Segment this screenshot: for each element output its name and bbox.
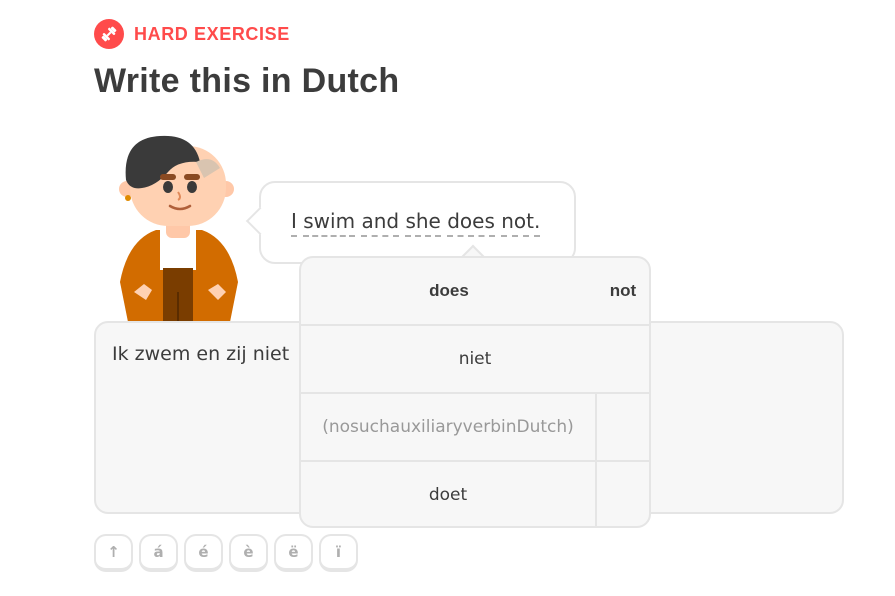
prompt-bubble: I swim and she does not. bbox=[259, 181, 576, 264]
prompt-word[interactable]: does bbox=[447, 209, 495, 237]
hint-header-row: does not bbox=[301, 258, 649, 326]
hint-translation: niet bbox=[301, 326, 649, 392]
hint-row: doet bbox=[301, 462, 649, 528]
char-key[interactable]: ï bbox=[319, 534, 358, 572]
prompt-word[interactable]: swim bbox=[303, 209, 355, 237]
hint-divider bbox=[595, 394, 597, 460]
hint-header-does: does bbox=[301, 258, 597, 324]
hint-translation: (nosuchauxiliaryverbinDutch) bbox=[301, 394, 595, 460]
special-character-keys: ↑ á é è ë ï bbox=[94, 534, 358, 572]
hint-popup: does not niet (nosuchauxiliaryverbinDutc… bbox=[299, 256, 651, 528]
prompt-word[interactable]: not. bbox=[501, 209, 540, 237]
exercise-badge: HARD EXERCISE bbox=[94, 19, 290, 49]
shift-key[interactable]: ↑ bbox=[94, 534, 133, 572]
char-key[interactable]: á bbox=[139, 534, 178, 572]
answer-text: Ik zwem en zij niet bbox=[112, 343, 289, 365]
prompt-word[interactable]: and bbox=[361, 209, 399, 237]
exercise-badge-label: HARD EXERCISE bbox=[134, 24, 290, 45]
hint-translation: doet bbox=[301, 462, 595, 528]
character-illustration bbox=[108, 132, 248, 322]
dumbbell-icon bbox=[94, 19, 124, 49]
hint-row: (nosuchauxiliaryverbinDutch) bbox=[301, 394, 649, 462]
char-key[interactable]: è bbox=[229, 534, 268, 572]
hint-row: niet bbox=[301, 326, 649, 394]
hint-divider bbox=[595, 462, 597, 528]
prompt-word[interactable]: she bbox=[405, 209, 440, 237]
page-title: Write this in Dutch bbox=[94, 62, 399, 101]
prompt-sentence: I swim and she does not. bbox=[291, 209, 540, 233]
prompt-word[interactable]: I bbox=[291, 209, 297, 237]
hint-header-not: not bbox=[597, 258, 649, 324]
prompt-bubble-tail bbox=[246, 207, 274, 235]
char-key[interactable]: é bbox=[184, 534, 223, 572]
char-key[interactable]: ë bbox=[274, 534, 313, 572]
